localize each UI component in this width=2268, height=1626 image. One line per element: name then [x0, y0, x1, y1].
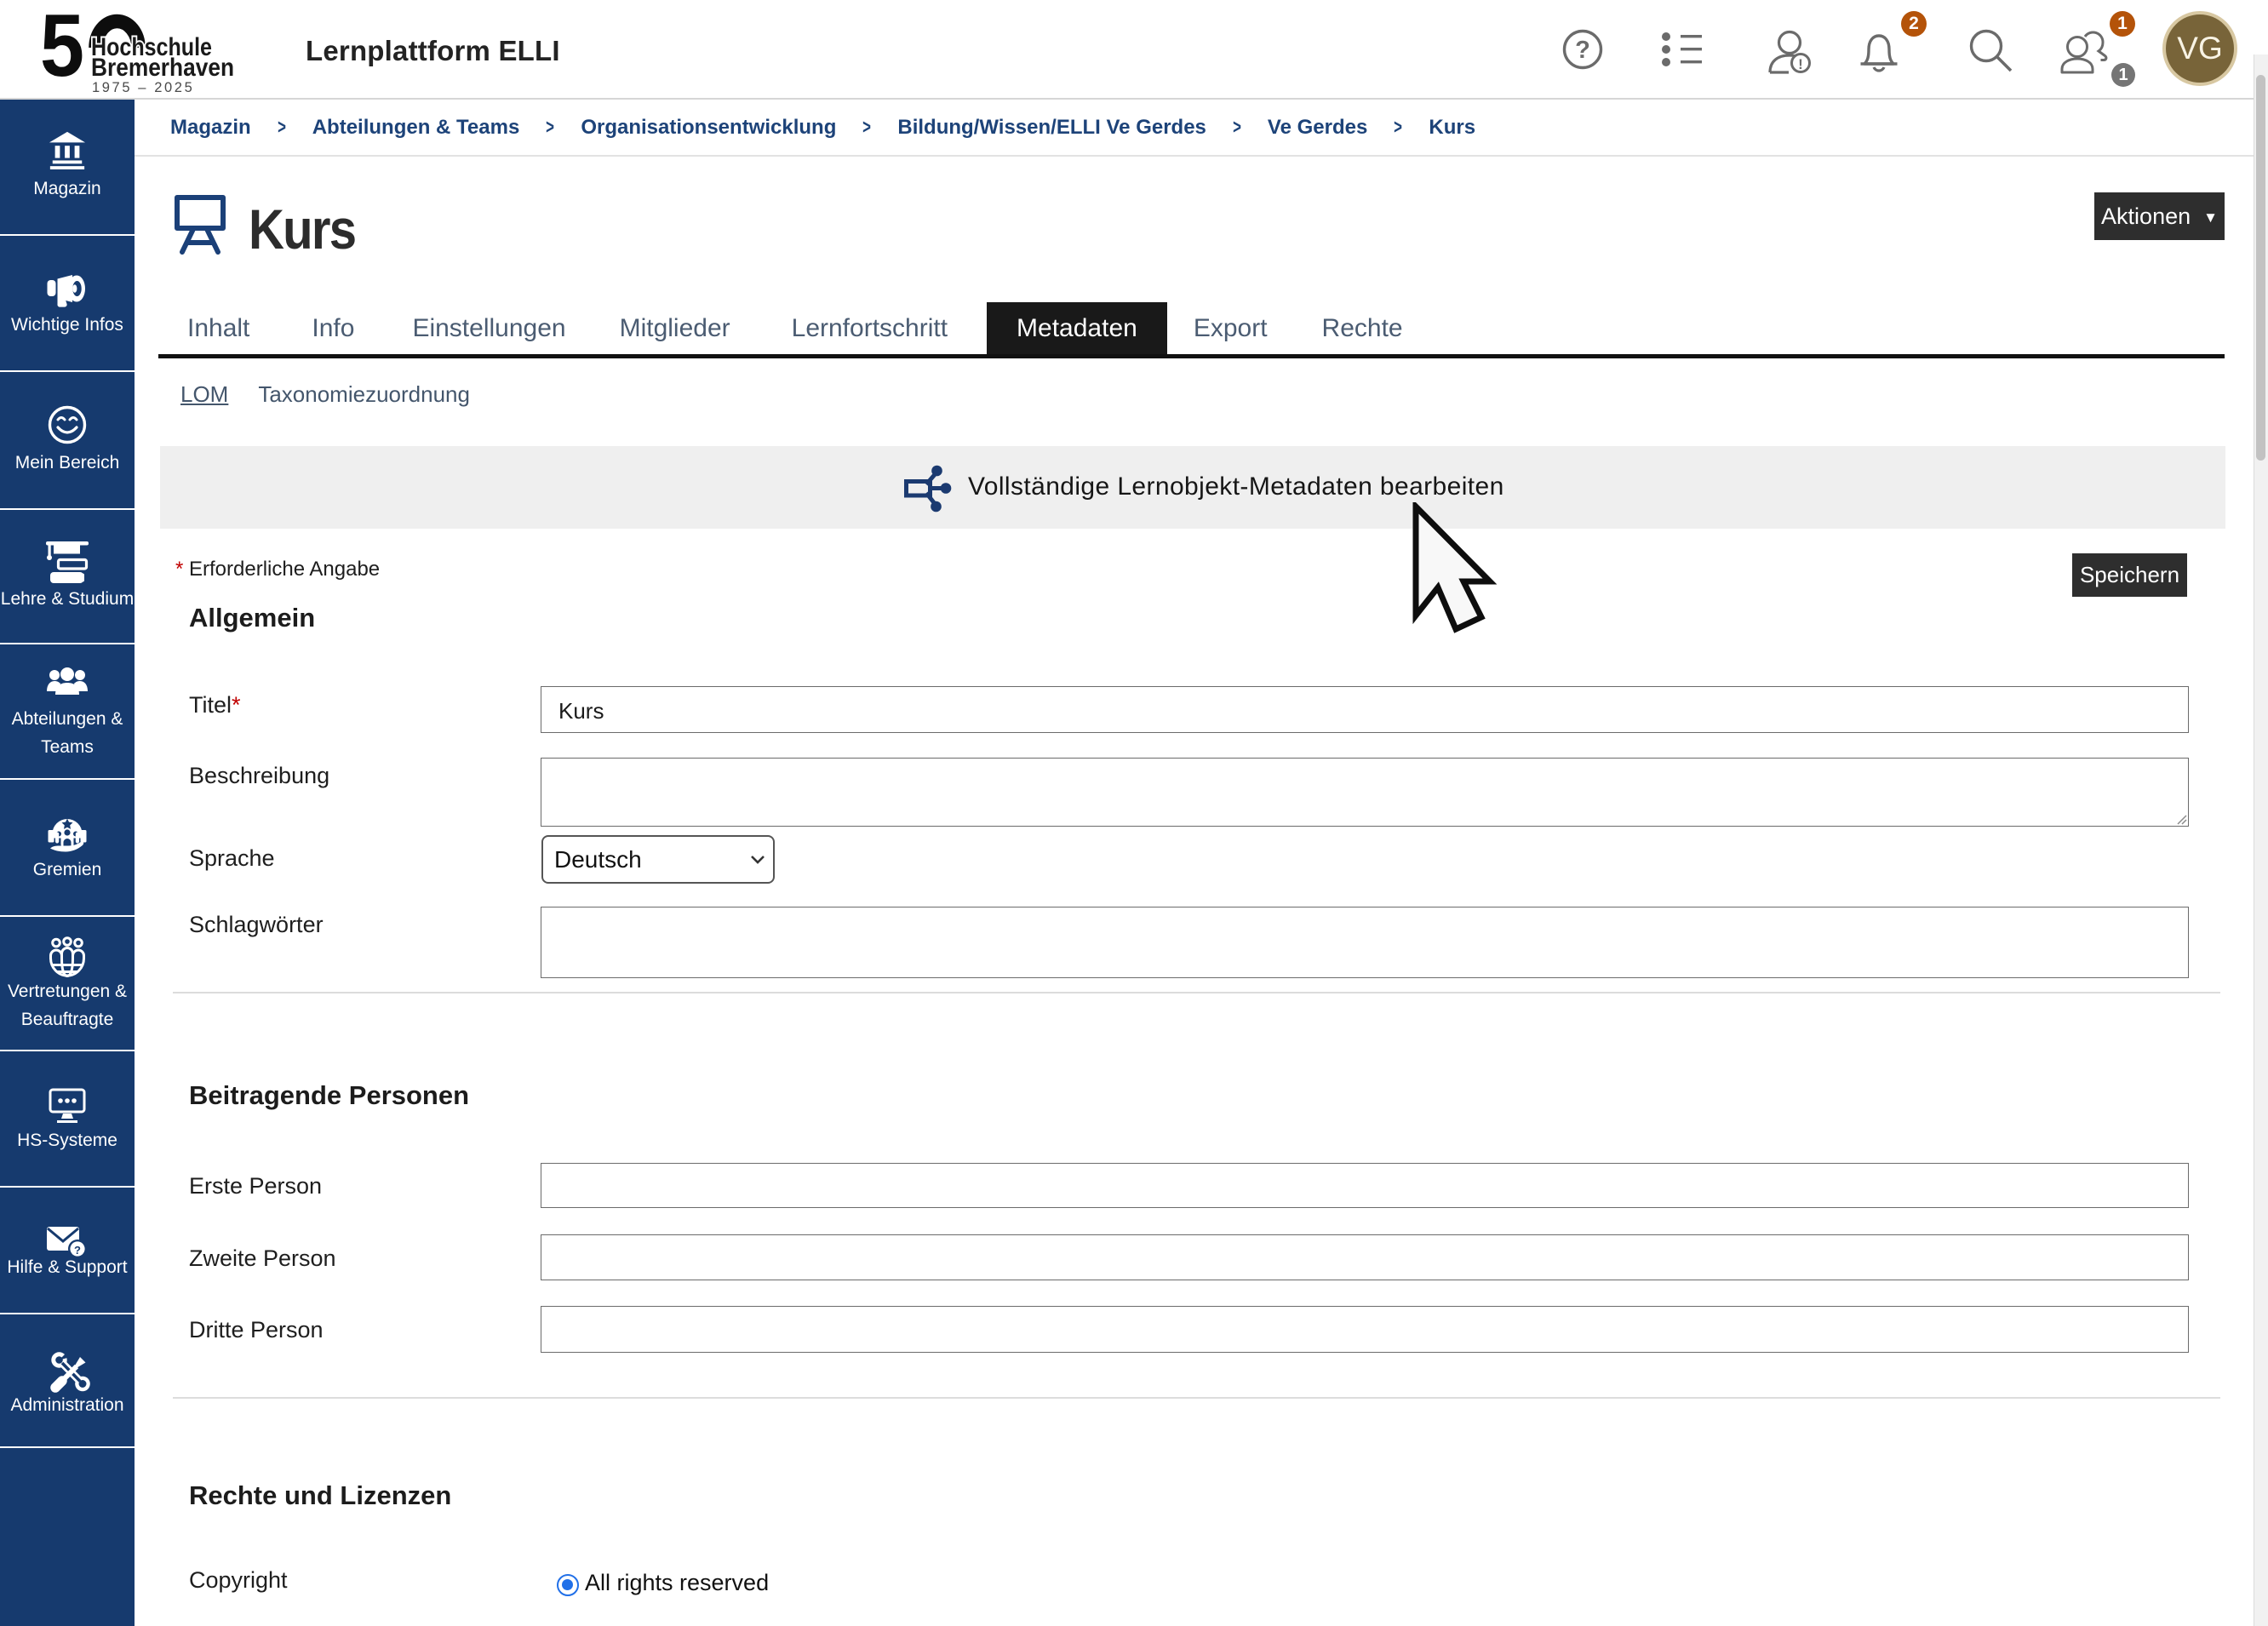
svg-text:!: ! [1798, 56, 1803, 72]
svg-text:?: ? [1575, 37, 1590, 64]
svg-text:5: 5 [40, 3, 84, 95]
svg-text:Bremerhaven: Bremerhaven [91, 54, 234, 82]
svg-text:1975 – 2025: 1975 – 2025 [92, 80, 194, 95]
